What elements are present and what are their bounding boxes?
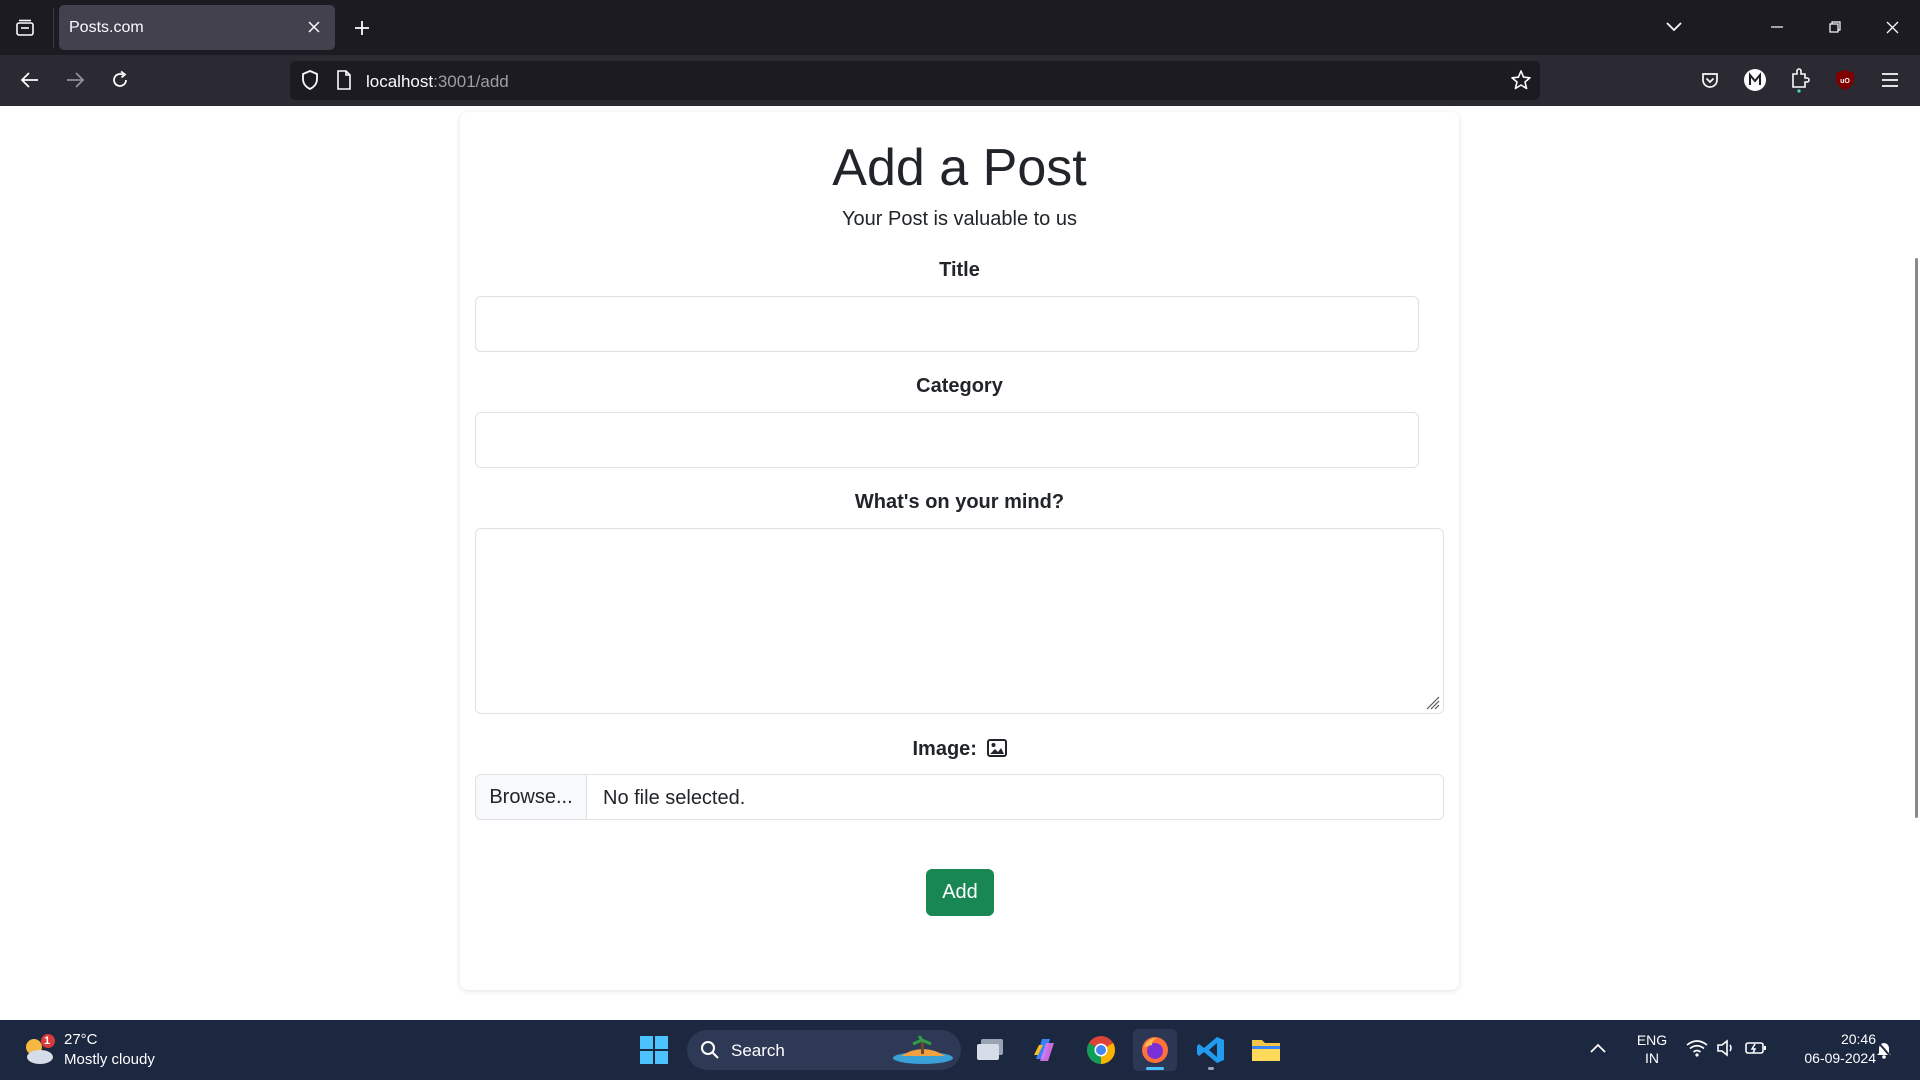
- forward-icon[interactable]: [55, 61, 95, 99]
- image-icon: [986, 739, 1007, 763]
- show-hidden-icons-icon[interactable]: [1590, 1040, 1606, 1058]
- windows-taskbar: 1 27°C Mostly cloudy Search ENG IN 20:46…: [0, 1020, 1920, 1080]
- region-code: IN: [1645, 1050, 1659, 1066]
- clock-time: 20:46: [1840, 1031, 1876, 1047]
- notification-bell-icon[interactable]: [1874, 1039, 1894, 1064]
- page-info-icon[interactable]: [334, 69, 354, 96]
- account-avatar-icon[interactable]: [1735, 61, 1775, 99]
- tab-posts[interactable]: Posts.com: [59, 5, 335, 50]
- svg-text:uO: uO: [1840, 78, 1850, 85]
- task-view-icon[interactable]: [968, 1029, 1012, 1071]
- file-status: No file selected.: [603, 787, 746, 809]
- weather-description: Mostly cloudy: [64, 1051, 155, 1068]
- close-tab-icon[interactable]: [301, 14, 327, 40]
- back-icon[interactable]: [10, 61, 50, 99]
- search-highlight-icon: [891, 1034, 955, 1071]
- running-app-indicator: [1208, 1067, 1214, 1070]
- image-label: Image:: [912, 738, 977, 760]
- title-label: Title: [939, 259, 980, 281]
- browser-navigation-bar: localhost:3001/add uO: [0, 55, 1920, 106]
- image-label-row: Image:: [460, 738, 1459, 763]
- chrome-icon[interactable]: [1079, 1029, 1123, 1071]
- close-window-icon[interactable]: [1868, 4, 1916, 50]
- url-path: :3001/add: [433, 72, 509, 91]
- tab-list-icon[interactable]: [8, 11, 42, 45]
- add-button[interactable]: Add: [926, 869, 994, 916]
- wifi-icon[interactable]: [1686, 1039, 1708, 1062]
- content-textarea[interactable]: [475, 528, 1444, 714]
- page-scrollbar[interactable]: [1914, 106, 1920, 1020]
- page-title: Add a Post: [832, 139, 1087, 197]
- vscode-icon[interactable]: [1189, 1029, 1233, 1071]
- clock[interactable]: 20:46 06-09-2024: [1784, 1031, 1876, 1066]
- browse-button[interactable]: Browse...: [476, 775, 587, 819]
- restore-icon[interactable]: [1811, 4, 1859, 50]
- category-label: Category: [916, 375, 1003, 397]
- active-app-indicator: [1146, 1067, 1164, 1070]
- tab-separator: [53, 8, 54, 48]
- search-label: Search: [731, 1041, 785, 1060]
- taskbar-search[interactable]: Search: [687, 1030, 961, 1070]
- menu-icon[interactable]: [1870, 61, 1910, 99]
- start-icon[interactable]: [632, 1029, 676, 1071]
- image-file-input[interactable]: Browse... No file selected.: [475, 774, 1444, 820]
- content-label: What's on your mind?: [854, 491, 1065, 513]
- ublock-origin-icon[interactable]: uO: [1825, 61, 1865, 99]
- language-code: ENG: [1636, 1032, 1668, 1048]
- url-text[interactable]: localhost:3001/add: [366, 72, 509, 92]
- add-post-form: Add a Post Your Post is valuable to us T…: [460, 112, 1459, 990]
- input-language[interactable]: ENG IN: [1630, 1032, 1674, 1066]
- file-explorer-icon[interactable]: [1244, 1029, 1288, 1071]
- tab-title: Posts.com: [69, 19, 144, 36]
- battery-icon[interactable]: [1745, 1039, 1767, 1062]
- firefox-icon[interactable]: [1133, 1029, 1177, 1071]
- minimize-icon[interactable]: [1753, 4, 1801, 50]
- category-input[interactable]: [475, 412, 1419, 468]
- url-host: localhost: [366, 72, 434, 91]
- url-bar[interactable]: localhost:3001/add: [290, 61, 1540, 100]
- page-subtitle: Your Post is valuable to us: [842, 208, 1077, 230]
- search-icon: [700, 1040, 720, 1065]
- volume-icon[interactable]: [1716, 1039, 1736, 1062]
- weather-badge: 1: [44, 1035, 51, 1047]
- extensions-icon[interactable]: [1780, 61, 1820, 99]
- list-all-tabs-icon[interactable]: [1650, 4, 1698, 50]
- title-input[interactable]: [475, 296, 1419, 352]
- weather-temperature: 27°C: [64, 1031, 98, 1048]
- new-tab-icon[interactable]: [345, 11, 379, 45]
- bookmark-star-icon[interactable]: [1510, 69, 1532, 96]
- scrollbar-thumb[interactable]: [1915, 258, 1918, 818]
- pocket-icon[interactable]: [1690, 61, 1730, 99]
- clock-date: 06-09-2024: [1804, 1050, 1876, 1066]
- weather-widget[interactable]: 1: [20, 1032, 56, 1068]
- shield-icon[interactable]: [298, 68, 322, 97]
- reload-icon[interactable]: [100, 61, 140, 99]
- browser-tab-bar: Posts.com: [0, 0, 1920, 55]
- copilot-icon[interactable]: [1023, 1029, 1067, 1071]
- resize-handle-icon[interactable]: [1424, 694, 1440, 710]
